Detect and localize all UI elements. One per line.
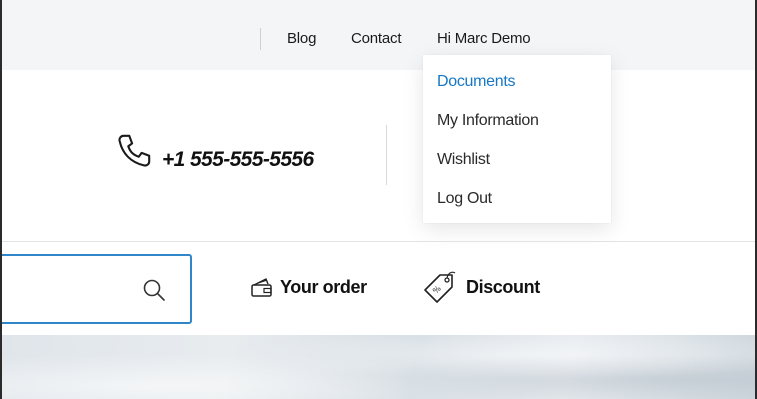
search-input[interactable] <box>10 266 130 312</box>
svg-text:%: % <box>431 284 443 296</box>
menu-item-my-information[interactable]: My Information <box>423 108 611 147</box>
user-dropdown-menu: Documents My Information Wishlist Log Ou… <box>423 55 611 223</box>
menu-item-log-out[interactable]: Log Out <box>423 186 611 225</box>
page-frame: Blog Contact Hi Marc Demo +1 555-555-555… <box>0 0 757 399</box>
topbar-divider <box>260 28 261 50</box>
header-divider <box>386 125 387 185</box>
wallet-icon <box>251 278 272 297</box>
discount-label: Discount <box>466 276 540 297</box>
user-menu-toggle[interactable]: Hi Marc Demo <box>437 30 531 47</box>
discount-link[interactable]: % Discount <box>422 271 540 303</box>
top-bar: Blog Contact Hi Marc Demo <box>2 0 755 70</box>
blog-link[interactable]: Blog <box>287 30 316 47</box>
phone-icon <box>118 134 151 167</box>
your-order-link[interactable]: Your order <box>250 272 367 302</box>
hero-banner-image <box>2 335 755 399</box>
contact-link[interactable]: Contact <box>351 30 401 47</box>
search-box <box>2 254 192 324</box>
your-order-label: Your order <box>280 276 367 297</box>
discount-tag-icon: % <box>424 271 456 303</box>
menu-item-documents[interactable]: Documents <box>423 69 611 108</box>
search-icon[interactable] <box>142 278 166 302</box>
nav-row: Your order % Discount <box>2 242 755 335</box>
header-contact-row: +1 555-555-5556 <box>2 70 755 242</box>
phone-number[interactable]: +1 555-555-5556 <box>162 148 314 172</box>
menu-item-wishlist[interactable]: Wishlist <box>423 147 611 186</box>
